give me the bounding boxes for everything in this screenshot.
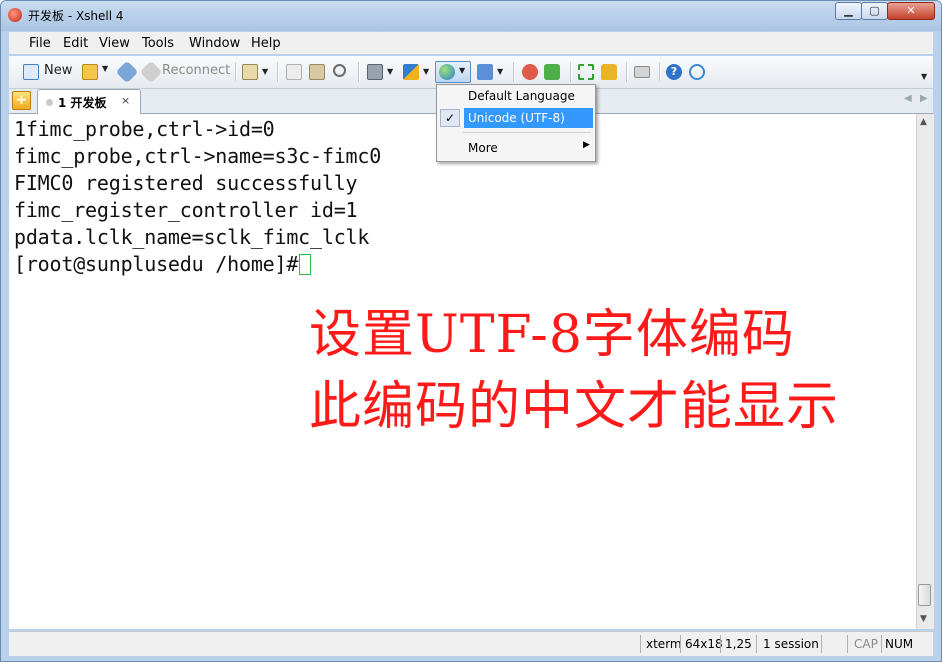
tab-label: 1 开发板	[58, 96, 107, 110]
terminal-area[interactable]: 1fimc_probe,ctrl->id=0 fimc_probe,ctrl->…	[9, 114, 916, 629]
encoding-dropdown-menu: Default Language ✓ Unicode (UTF-8) More …	[436, 84, 596, 162]
menu-help[interactable]: Help	[251, 36, 281, 51]
tab-scroll-right-icon[interactable]: ▶	[920, 93, 928, 104]
print-icon[interactable]	[367, 64, 383, 80]
toolbar-separator	[626, 62, 628, 82]
open-button[interactable]: ▼	[82, 62, 112, 82]
chat-icon[interactable]	[689, 64, 705, 80]
annotation-line-2: 此编码的中文才能显示	[309, 377, 840, 437]
properties-icon[interactable]	[242, 64, 258, 80]
add-tab-button[interactable]: +	[12, 91, 31, 110]
new-session-icon	[23, 64, 39, 80]
paste-icon[interactable]	[309, 64, 325, 80]
folder-icon	[82, 64, 98, 80]
lock-icon[interactable]	[601, 64, 617, 80]
terminal-line: fimc_register_controller id=1	[14, 198, 358, 222]
status-terminal-size: 64x18	[685, 637, 723, 651]
toolbar-separator	[235, 62, 237, 82]
connect-icon[interactable]	[115, 60, 139, 84]
minimize-icon: ▁	[844, 4, 853, 17]
transfer-icon[interactable]	[403, 64, 419, 80]
reconnect-icon	[139, 60, 163, 84]
connection-status-icon	[46, 99, 53, 106]
status-divider	[720, 635, 721, 653]
menu-separator	[463, 132, 591, 133]
reconnect-button[interactable]: Reconnect	[139, 60, 231, 84]
chevron-down-icon[interactable]: ▼	[387, 67, 393, 87]
terminal-prompt-line: [root@sunplusedu /home]#	[14, 252, 312, 276]
status-divider	[680, 635, 681, 653]
chevron-down-icon: ▼	[459, 66, 466, 75]
terminal-line: fimc_probe,ctrl->name=s3c-fimc0	[14, 144, 382, 168]
terminal-line: 1fimc_probe,ctrl->id=0	[14, 117, 275, 141]
status-cursor-position: 1,25	[725, 637, 752, 651]
plus-icon: +	[15, 92, 28, 108]
menu-view[interactable]: View	[99, 36, 130, 51]
copy-icon[interactable]	[286, 64, 302, 80]
menu-window[interactable]: Window	[189, 36, 240, 51]
maximize-icon: ▢	[869, 4, 880, 17]
terminal-cursor	[299, 254, 312, 275]
menu-item-unicode-utf8[interactable]: Unicode (UTF-8)	[468, 111, 565, 125]
menu-edit[interactable]: Edit	[63, 36, 88, 51]
reconnect-button-label: Reconnect	[162, 63, 231, 78]
status-caps-lock: CAP	[854, 637, 878, 651]
xshell-icon[interactable]	[522, 64, 538, 80]
menu-tools[interactable]: Tools	[142, 36, 174, 51]
status-bar: xterm 64x18 1,25 1 session CAP NUM	[9, 631, 933, 656]
menu-file[interactable]: File	[29, 36, 51, 51]
close-icon: ✕	[906, 4, 916, 17]
encoding-button[interactable]: ▼	[435, 61, 471, 83]
minimize-button[interactable]: ▁	[835, 2, 862, 20]
status-divider	[847, 635, 848, 653]
chevron-down-icon[interactable]: ▼	[262, 67, 268, 87]
status-num-lock: NUM	[885, 637, 914, 651]
status-session-count: 1 session	[763, 637, 819, 651]
tab-close-icon[interactable]: ×	[121, 94, 130, 107]
status-terminal-type: xterm	[646, 637, 682, 651]
status-divider	[821, 635, 822, 653]
toolbar-separator	[277, 62, 279, 82]
terminal-line: pdata.lclk_name=sclk_fimc_lclk	[14, 225, 370, 249]
new-button-label: New	[44, 63, 73, 78]
status-divider	[756, 635, 757, 653]
scroll-thumb[interactable]	[918, 584, 931, 606]
menu-item-default-language[interactable]: Default Language	[468, 89, 575, 103]
new-button[interactable]: New	[23, 62, 75, 82]
xshell-window: 开发板 - Xshell 4 ▁ ▢ ✕ File Edit View Tool…	[0, 0, 942, 662]
scroll-up-icon[interactable]: ▲	[920, 117, 927, 127]
terminal-prompt: [root@sunplusedu /home]#	[14, 252, 299, 276]
toolbar-separator	[358, 62, 360, 82]
help-icon[interactable]: ?	[666, 64, 682, 80]
xshell-app-icon	[8, 8, 22, 22]
fullscreen-icon[interactable]	[578, 64, 594, 80]
terminal-line: FIMC0 registered successfully	[14, 171, 358, 195]
check-icon: ✓	[440, 109, 460, 127]
vertical-scrollbar[interactable]: ▲ ▼	[916, 114, 934, 629]
globe-icon	[439, 64, 455, 80]
title-bar: 开发板 - Xshell 4 ▁ ▢ ✕	[1, 1, 941, 31]
scroll-down-icon[interactable]: ▼	[920, 614, 927, 624]
chevron-down-icon[interactable]: ▼	[423, 67, 429, 87]
menu-bar: File Edit View Tools Window Help	[9, 32, 933, 54]
close-button[interactable]: ✕	[887, 2, 935, 20]
menu-item-more[interactable]: More	[468, 141, 498, 155]
toolbar-separator	[659, 62, 661, 82]
maximize-button[interactable]: ▢	[861, 2, 888, 20]
status-divider	[640, 635, 641, 653]
keyboard-icon[interactable]	[634, 66, 650, 78]
xftp-icon[interactable]	[544, 64, 560, 80]
window-title: 开发板 - Xshell 4	[28, 9, 124, 23]
chevron-down-icon: ▼	[102, 64, 109, 73]
toolbar-separator	[570, 62, 572, 82]
tab-scroll-left-icon[interactable]: ◀	[904, 93, 912, 104]
find-icon[interactable]	[333, 64, 346, 77]
font-icon[interactable]	[477, 64, 493, 80]
submenu-arrow-icon: ▶	[583, 140, 590, 150]
annotation-line-1: 设置UTF-8字体编码	[309, 305, 795, 365]
status-divider	[881, 635, 882, 653]
toolbar-separator	[513, 62, 515, 82]
tab-session[interactable]: 1 开发板 ×	[37, 89, 141, 114]
